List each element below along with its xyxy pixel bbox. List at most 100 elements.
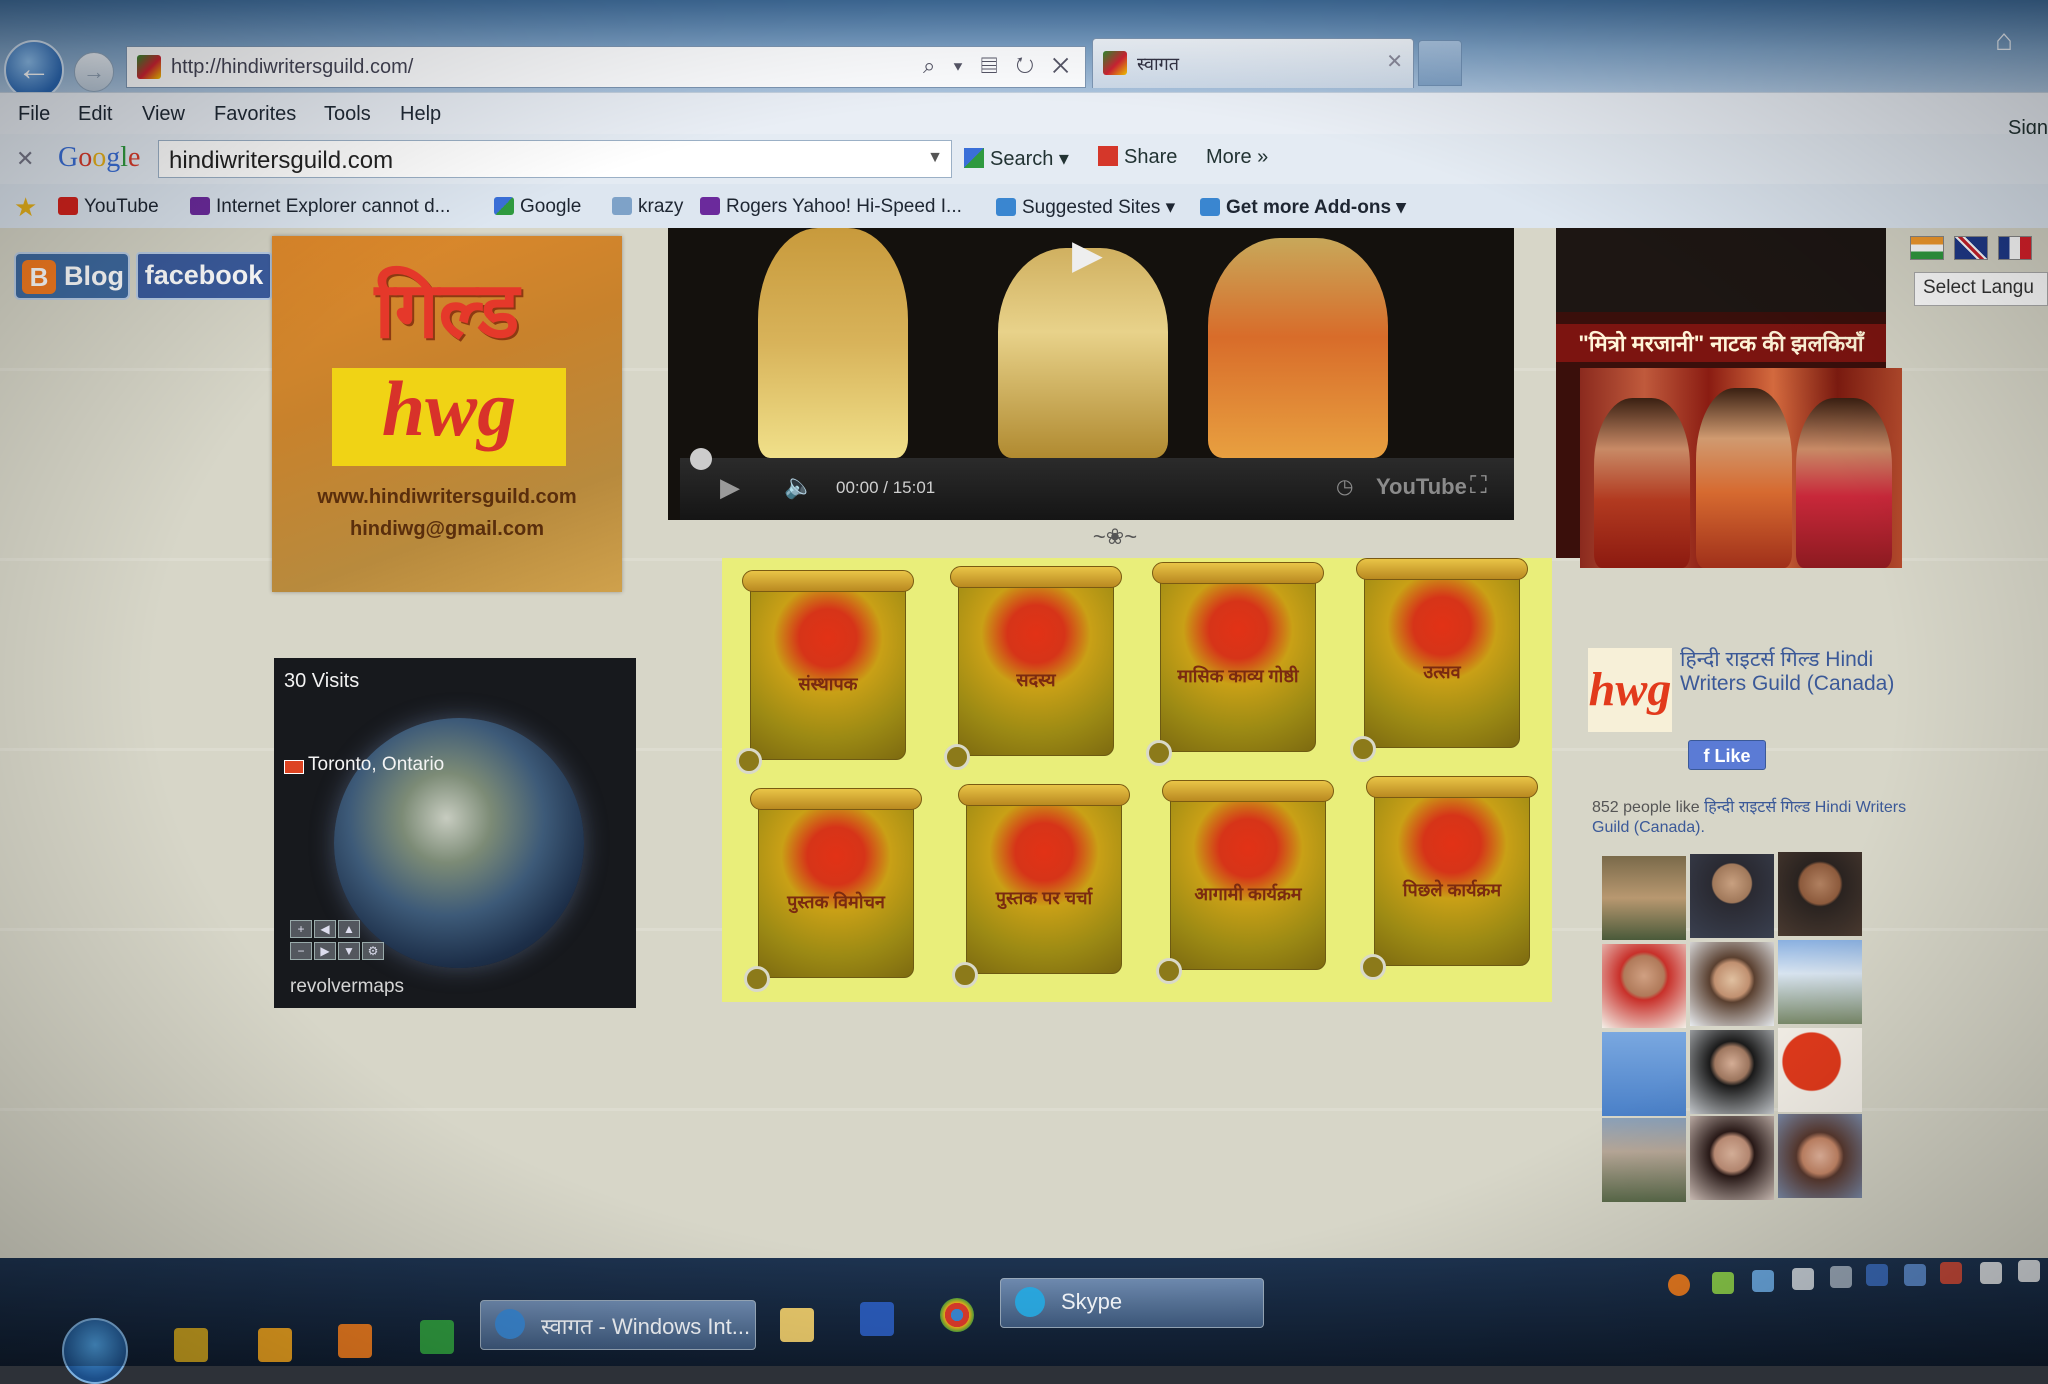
browser-tab[interactable]: स्वागत ✕ xyxy=(1092,38,1414,88)
fan-avatar[interactable] xyxy=(1690,1030,1774,1114)
fan-avatar[interactable] xyxy=(1778,1114,1862,1198)
dropdown-arrow-icon[interactable]: ▼ xyxy=(927,149,943,167)
signal-icon[interactable] xyxy=(1792,1268,1814,1290)
promo-photo[interactable] xyxy=(1580,368,1902,568)
france-flag-icon[interactable] xyxy=(1998,236,2032,260)
share-button[interactable]: Share xyxy=(1098,146,1177,169)
youtube-logo[interactable]: YouTube xyxy=(1376,474,1467,500)
fav-youtube[interactable]: YouTube xyxy=(58,196,159,218)
tray-app-icon[interactable] xyxy=(1668,1274,1690,1296)
revolvermaps-widget[interactable]: 30 Visits Toronto, Ontario + ◀ ▲ − ▶ ▼ ⚙… xyxy=(274,658,636,1008)
fb-page-name[interactable]: हिन्दी राइटर्स गिल्ड Hindi Writers Guild… xyxy=(1680,648,1910,696)
zoom-in-icon[interactable]: + xyxy=(290,920,312,938)
fan-avatar[interactable] xyxy=(1690,942,1774,1026)
facebook-button[interactable]: facebook xyxy=(136,252,272,300)
favorites-star-icon[interactable]: ★ xyxy=(14,192,37,223)
fb-page-logo[interactable]: hwg xyxy=(1588,648,1672,732)
fav-rogers-yahoo[interactable]: Rogers Yahoo! Hi-Speed I... xyxy=(700,196,962,218)
back-button[interactable]: ← xyxy=(4,40,64,100)
chrome-icon[interactable] xyxy=(940,1298,974,1332)
video-play-overlay-icon[interactable]: ▶ xyxy=(1072,232,1112,277)
scroll-curl xyxy=(1146,740,1172,766)
fan-avatar[interactable] xyxy=(1778,852,1862,936)
network-icon[interactable] xyxy=(1830,1266,1852,1288)
home-icon[interactable]: ⌂ xyxy=(1995,24,2013,58)
menu-edit[interactable]: Edit xyxy=(78,103,112,126)
scroll-monthly-poetry[interactable]: मासिक काव्य गोष्ठी xyxy=(1146,562,1324,766)
fav-krazy[interactable]: krazy xyxy=(612,196,683,218)
tab-close-icon[interactable]: ✕ xyxy=(1386,49,1403,74)
fan-avatar[interactable] xyxy=(1690,854,1774,938)
action-center-flag-icon[interactable] xyxy=(1940,1262,1962,1284)
fav-get-addons[interactable]: Get more Add-ons ▾ xyxy=(1200,196,1406,219)
revolvermaps-brand[interactable]: revolvermaps xyxy=(290,976,404,998)
address-bar[interactable]: http://hindiwritersguild.com/ ⌕ ▾ ▤ ↻ ✕ xyxy=(126,46,1086,88)
fan-avatar[interactable] xyxy=(1602,944,1686,1028)
menu-tools[interactable]: Tools xyxy=(324,103,371,126)
guild-logo[interactable]: गिल्ड hwg www.hindiwritersguild.com hind… xyxy=(272,236,622,592)
forward-button[interactable]: → xyxy=(74,52,114,92)
play-icon[interactable]: ▶ xyxy=(720,472,740,503)
folder-icon[interactable] xyxy=(780,1308,814,1342)
menu-favorites[interactable]: Favorites xyxy=(214,103,296,126)
tray-app-icon[interactable] xyxy=(1866,1264,1888,1286)
scroll-founder[interactable]: संस्थापक xyxy=(736,570,914,774)
battery-icon[interactable] xyxy=(1980,1262,2002,1284)
select-language-dropdown[interactable]: Select Langu xyxy=(1914,272,2048,306)
page-icon xyxy=(612,197,632,215)
watch-later-icon[interactable]: ◷ xyxy=(1336,474,1353,499)
fan-avatar[interactable] xyxy=(1778,940,1862,1024)
rotate-left-icon[interactable]: ◀ xyxy=(314,920,336,938)
rotate-down-icon[interactable]: ▼ xyxy=(338,942,360,960)
fullscreen-icon[interactable]: ⛶ xyxy=(1470,472,1487,500)
video-progress-handle[interactable] xyxy=(690,448,712,470)
rotate-right-icon[interactable]: ▶ xyxy=(314,942,336,960)
blog-button[interactable]: B Blog xyxy=(14,252,130,300)
fan-avatar[interactable] xyxy=(1778,1028,1862,1112)
volume-icon[interactable]: 🔈 xyxy=(784,472,814,501)
rotate-up-icon[interactable]: ▲ xyxy=(338,920,360,938)
google-search-button[interactable]: Search ▾ xyxy=(964,146,1069,171)
fb-like-button[interactable]: f Like xyxy=(1688,740,1766,770)
word-icon[interactable] xyxy=(860,1302,894,1336)
google-search-value[interactable]: hindiwritersguild.com xyxy=(169,147,393,175)
fav-suggested-sites[interactable]: Suggested Sites ▾ xyxy=(996,196,1175,219)
toolbar-close-icon[interactable]: ✕ xyxy=(16,146,34,172)
new-tab-button[interactable] xyxy=(1418,40,1462,86)
fan-avatar[interactable] xyxy=(1602,1118,1686,1202)
scroll-past-events[interactable]: पिछले कार्यक्रम xyxy=(1360,776,1538,980)
uk-flag-icon[interactable] xyxy=(1954,236,1988,260)
scroll-members[interactable]: सदस्य xyxy=(944,566,1122,770)
scroll-book-launch[interactable]: पुस्तक विमोचन xyxy=(744,788,922,992)
zoom-out-icon[interactable]: − xyxy=(290,942,312,960)
volume-icon[interactable] xyxy=(2018,1260,2040,1282)
fav-ie-error[interactable]: Internet Explorer cannot d... xyxy=(190,196,450,218)
scroll-book-discussion[interactable]: पुस्तक पर चर्चा xyxy=(952,784,1130,988)
google-search-input[interactable]: hindiwritersguild.com ▼ xyxy=(158,140,952,178)
menu-help[interactable]: Help xyxy=(400,103,441,126)
taskbar-skype-window[interactable]: Skype xyxy=(1000,1278,1264,1328)
excel-icon[interactable] xyxy=(420,1320,454,1354)
start-button[interactable] xyxy=(62,1318,128,1384)
fan-avatar[interactable] xyxy=(1690,1116,1774,1200)
india-flag-icon[interactable] xyxy=(1910,236,1944,260)
scroll-festival[interactable]: उत्सव xyxy=(1350,558,1528,762)
pinned-app-icon[interactable] xyxy=(174,1328,208,1362)
fan-avatar[interactable] xyxy=(1602,856,1686,940)
more-button[interactable]: More » xyxy=(1206,146,1268,169)
map-settings-icon[interactable]: ⚙ xyxy=(362,942,384,960)
scroll-upcoming-events[interactable]: आगामी कार्यक्रम xyxy=(1156,780,1334,984)
taskbar-ie-window[interactable]: स्वागत - Windows Int... xyxy=(480,1300,756,1350)
tray-app-icon[interactable] xyxy=(1712,1272,1734,1294)
media-player-icon[interactable] xyxy=(338,1324,372,1358)
bluetooth-icon[interactable] xyxy=(1904,1264,1926,1286)
menu-file[interactable]: File xyxy=(18,103,50,126)
scroll-roll xyxy=(958,784,1130,806)
fan-avatar[interactable] xyxy=(1602,1032,1686,1116)
address-tools-icons[interactable]: ⌕ ▾ ▤ ↻ ✕ xyxy=(923,53,1075,79)
tray-app-icon[interactable] xyxy=(1752,1270,1774,1292)
fav-google[interactable]: Google xyxy=(494,196,581,218)
address-url[interactable]: http://hindiwritersguild.com/ xyxy=(171,56,413,79)
pinned-app-icon[interactable] xyxy=(258,1328,292,1362)
menu-view[interactable]: View xyxy=(142,103,185,126)
